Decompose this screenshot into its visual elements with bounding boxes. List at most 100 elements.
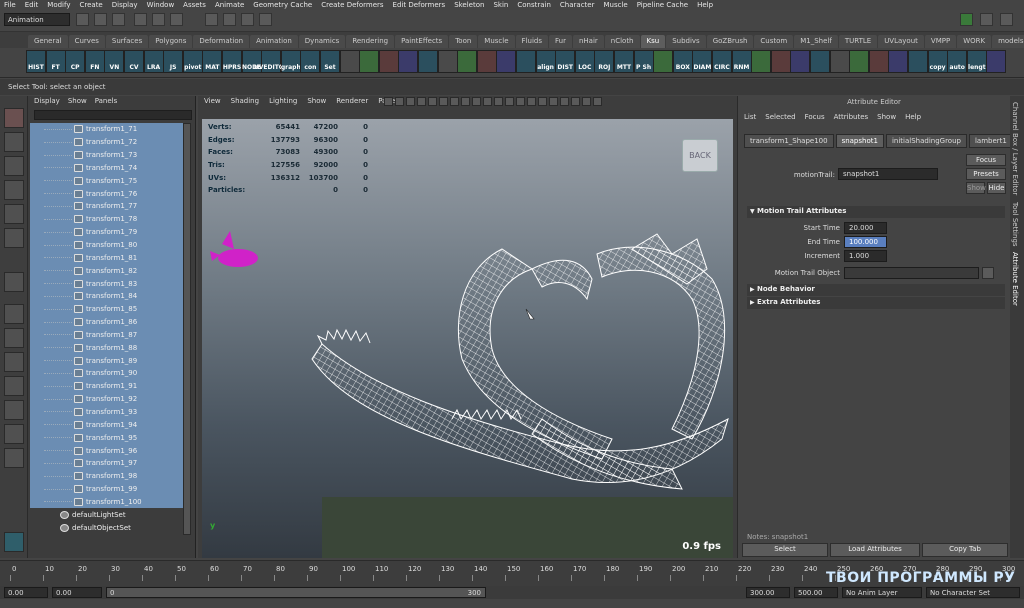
shelf-button-tool-16[interactable] — [339, 50, 360, 73]
menu-constrain[interactable]: Constrain — [517, 1, 551, 9]
tab-channel-box[interactable]: Channel Box / Layer Editor — [1011, 102, 1019, 195]
graph-layout-icon[interactable] — [4, 424, 24, 444]
shelf-button-auto[interactable]: auto — [947, 50, 968, 73]
isolate-icon[interactable] — [505, 97, 514, 106]
shelf-tab-polygons[interactable]: Polygons — [149, 35, 193, 48]
shadows-icon[interactable] — [483, 97, 492, 106]
outliner-item[interactable]: transform1_93 — [30, 405, 184, 419]
node-name-field[interactable]: snapshot1 — [838, 168, 938, 180]
outliner-item[interactable]: transform1_77 — [30, 200, 184, 213]
attr-menu-help[interactable]: Help — [905, 113, 921, 121]
shelf-button-diam[interactable]: DIAM — [692, 50, 713, 73]
dof-icon[interactable] — [571, 97, 580, 106]
persp-graph-icon[interactable] — [4, 376, 24, 396]
shelf-button-tool-20[interactable] — [418, 50, 438, 73]
viewport-menu-view[interactable]: View — [204, 97, 221, 106]
shelf-button-tool-44[interactable] — [888, 50, 909, 73]
show-button[interactable]: Show — [966, 182, 986, 194]
shelf-tab-rendering[interactable]: Rendering — [346, 35, 395, 48]
shelf-button-tool-43[interactable] — [868, 50, 889, 73]
outliner-item[interactable]: transform1_83 — [30, 277, 184, 290]
playback-end-input[interactable]: 300.00 — [746, 587, 790, 598]
hide-button[interactable]: Hide — [987, 182, 1006, 194]
copy-tab-button[interactable]: Copy Tab — [922, 543, 1008, 557]
increment-field[interactable]: 1.000 — [844, 250, 887, 262]
menu-muscle[interactable]: Muscle — [603, 1, 627, 9]
menu-create-deformers[interactable]: Create Deformers — [321, 1, 383, 9]
shelf-tab-muscle[interactable]: Muscle — [478, 35, 515, 48]
section-extra-attributes[interactable]: ▶ Extra Attributes — [747, 297, 1005, 309]
outliner-item[interactable]: transform1_71 — [30, 123, 184, 136]
tab-tool-settings[interactable]: Tool Settings — [1011, 202, 1019, 247]
shelf-button-tool-21[interactable] — [437, 50, 458, 73]
outliner-item[interactable]: transform1_73 — [30, 148, 184, 162]
shelf-button-tool-40[interactable] — [810, 50, 830, 73]
shelf-tab-models[interactable]: models — [992, 35, 1024, 48]
menu-edit-deformers[interactable]: Edit Deformers — [393, 1, 446, 9]
start-time-field[interactable]: 20.000 — [844, 222, 887, 234]
shelf-button-tool-39[interactable] — [790, 50, 811, 73]
outliner-item[interactable]: transform1_97 — [30, 456, 184, 470]
shelf-tab-surfaces[interactable]: Surfaces — [105, 35, 149, 48]
new-scene-icon[interactable] — [76, 13, 89, 26]
shelf-tab-general[interactable]: General — [28, 35, 68, 48]
outliner-item[interactable]: transform1_75 — [30, 174, 184, 188]
menu-animate[interactable]: Animate — [215, 1, 244, 9]
tab-snapshot[interactable]: snapshot1 — [835, 134, 884, 148]
shelf-tab-gozbrush[interactable]: GoZBrush — [706, 35, 754, 48]
menu-assets[interactable]: Assets — [183, 1, 206, 9]
outliner-item[interactable]: transform1_82 — [30, 264, 184, 278]
outliner-item[interactable]: transform1_87 — [30, 328, 184, 342]
snap-point-icon[interactable] — [241, 13, 254, 26]
panel-icon[interactable] — [593, 97, 602, 106]
outliner-item[interactable]: transform1_81 — [30, 251, 184, 265]
outliner-item[interactable]: transform1_80 — [30, 238, 184, 252]
shelf-button-p-sh[interactable]: P Sh — [633, 50, 654, 73]
shelf-tab-nhair[interactable]: nHair — [572, 35, 604, 48]
shelf-button-tool-22[interactable] — [457, 50, 478, 73]
shelf-button-box[interactable]: BOX — [672, 50, 693, 73]
xray-icon[interactable] — [516, 97, 525, 106]
presets-button[interactable]: Presets — [966, 168, 1006, 180]
snap-grid-icon[interactable] — [205, 13, 218, 26]
shelf-tab-work[interactable]: WORK — [957, 35, 992, 48]
rotate-tool-icon[interactable] — [4, 204, 24, 224]
shelf-tab-curves[interactable]: Curves — [68, 35, 105, 48]
shelf-button-tool-17[interactable] — [359, 50, 380, 73]
mode-selector[interactable]: Animation — [4, 13, 70, 26]
shelf-button-tool-49[interactable] — [986, 50, 1007, 73]
shelf-button-circ[interactable]: CIRC — [712, 50, 732, 73]
shelf-button-vn[interactable]: VN — [104, 50, 125, 73]
shelf-button-tool-25[interactable] — [516, 50, 536, 73]
outliner-item[interactable]: transform1_89 — [30, 354, 184, 368]
camera-icon[interactable] — [384, 97, 393, 106]
outliner-item[interactable]: transform1_96 — [30, 444, 184, 457]
outliner-menu-show[interactable]: Show — [68, 97, 87, 107]
select-tool-icon[interactable] — [4, 108, 24, 128]
menu-pipeline-cache[interactable]: Pipeline Cache — [637, 1, 688, 9]
move-tool-icon[interactable] — [4, 180, 24, 200]
shelf-button-con[interactable]: con — [300, 50, 321, 73]
outliner-item[interactable]: transform1_85 — [30, 302, 184, 316]
shelf-button-graph[interactable]: graph — [280, 50, 301, 73]
smooth-shade-icon[interactable] — [461, 97, 470, 106]
outliner-scrollbar[interactable] — [183, 123, 191, 535]
shelf-tab-m1-shelf[interactable]: M1_Shelf — [794, 35, 838, 48]
shelf-button-roj[interactable]: ROJ — [594, 50, 615, 73]
four-view-icon[interactable] — [4, 328, 24, 348]
shelf-button-rnm[interactable]: RNM — [731, 50, 752, 73]
shelf-tab-animation[interactable]: Animation — [250, 35, 298, 48]
viewport-scene[interactable]: Verts: 65441 47200 0 Edges: 137793 96300 0 Faces… — [202, 119, 733, 558]
resolution-gate-icon[interactable] — [439, 97, 448, 106]
attr-menu-show[interactable]: Show — [877, 113, 896, 121]
shelf-button-hist[interactable]: HIST — [26, 50, 46, 73]
shelf-button-tool-23[interactable] — [476, 50, 497, 73]
shelf-tab-turtle[interactable]: TURTLE — [838, 35, 878, 48]
shelf-button-ft[interactable]: FT — [45, 50, 66, 73]
shelf-button-mat[interactable]: MAT — [202, 50, 223, 73]
outliner-item[interactable]: transform1_92 — [30, 392, 184, 406]
shelf-tab-fur[interactable]: Fur — [548, 35, 572, 48]
outliner-item[interactable]: transform1_94 — [30, 418, 184, 432]
menu-window[interactable]: Window — [147, 1, 175, 9]
shelf-button-tool-24[interactable] — [496, 50, 517, 73]
